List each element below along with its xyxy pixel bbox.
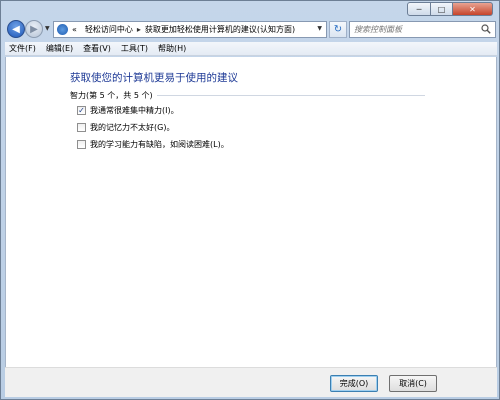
control-panel-icon bbox=[57, 24, 68, 35]
finish-button[interactable]: 完成(O) bbox=[330, 375, 378, 392]
caption-buttons: ─ □ ✕ bbox=[407, 2, 493, 16]
option-learning[interactable]: 我的学习能力有缺陷，如阅读困难(L)。 bbox=[77, 139, 229, 150]
minimize-button[interactable]: ─ bbox=[407, 2, 431, 16]
maximize-button[interactable]: □ bbox=[431, 2, 453, 16]
search-input[interactable] bbox=[354, 25, 474, 34]
memory-checkbox[interactable] bbox=[77, 123, 86, 132]
section-header: 智力(第 5 个，共 5 个) bbox=[70, 90, 425, 100]
concentration-label[interactable]: 我通常很难集中精力(I)。 bbox=[90, 105, 179, 116]
learning-checkbox[interactable] bbox=[77, 140, 86, 149]
cancel-button[interactable]: 取消(C) bbox=[389, 375, 437, 392]
refresh-button[interactable]: ↻ bbox=[329, 21, 347, 38]
address-overflow-chevron[interactable]: « bbox=[72, 25, 77, 34]
forward-button[interactable]: ▶ bbox=[25, 20, 43, 38]
memory-label[interactable]: 我的记忆力不太好(G)。 bbox=[90, 122, 174, 133]
learning-label[interactable]: 我的学习能力有缺陷，如阅读困难(L)。 bbox=[90, 139, 229, 150]
menu-view[interactable]: 查看(V) bbox=[83, 43, 111, 54]
page-title: 获取使您的计算机更易于使用的建议 bbox=[70, 72, 238, 84]
concentration-checkbox[interactable]: ✓ bbox=[77, 106, 86, 115]
search-icon[interactable] bbox=[481, 24, 491, 34]
menu-edit[interactable]: 编辑(E) bbox=[46, 43, 73, 54]
search-box[interactable] bbox=[349, 21, 496, 38]
menu-help[interactable]: 帮助(H) bbox=[158, 43, 186, 54]
menu-tools[interactable]: 工具(T) bbox=[121, 43, 148, 54]
back-button[interactable]: ◀ bbox=[7, 20, 25, 38]
menu-bar: 文件(F) 编辑(E) 查看(V) 工具(T) 帮助(H) bbox=[5, 42, 497, 56]
address-bar[interactable]: « 轻松访问中心 ▸ 获取更加轻松使用计算机的建议(认知方面) ▼ bbox=[53, 21, 327, 38]
section-divider bbox=[156, 94, 425, 96]
breadcrumb-current-page[interactable]: 获取更加轻松使用计算机的建议(认知方面) bbox=[145, 24, 295, 35]
control-panel-window: ─ □ ✕ ◀ ▶ ▼ « 轻松访问中心 ▸ 获取更加轻松使用计算机的建议(认知… bbox=[0, 0, 500, 400]
navigation-bar: ◀ ▶ ▼ « 轻松访问中心 ▸ 获取更加轻松使用计算机的建议(认知方面) ▼ … bbox=[5, 19, 497, 41]
close-button[interactable]: ✕ bbox=[453, 2, 493, 16]
address-dropdown-icon[interactable]: ▼ bbox=[317, 25, 322, 32]
title-bar: ─ □ ✕ bbox=[1, 1, 499, 19]
breadcrumb-separator-arrow[interactable]: ▸ bbox=[137, 25, 141, 34]
section-label: 智力(第 5 个，共 5 个) bbox=[70, 90, 153, 100]
menu-file[interactable]: 文件(F) bbox=[9, 43, 36, 54]
option-memory[interactable]: 我的记忆力不太好(G)。 bbox=[77, 122, 174, 133]
button-bar: 完成(O) 取消(C) bbox=[5, 367, 497, 397]
option-concentration[interactable]: ✓ 我通常很难集中精力(I)。 bbox=[77, 105, 179, 116]
recent-pages-dropdown[interactable]: ▼ bbox=[45, 25, 50, 32]
main-content: 获取使您的计算机更易于使用的建议 智力(第 5 个，共 5 个) ✓ 我通常很难… bbox=[5, 57, 497, 367]
breadcrumb-ease-of-access-center[interactable]: 轻松访问中心 bbox=[85, 24, 133, 35]
